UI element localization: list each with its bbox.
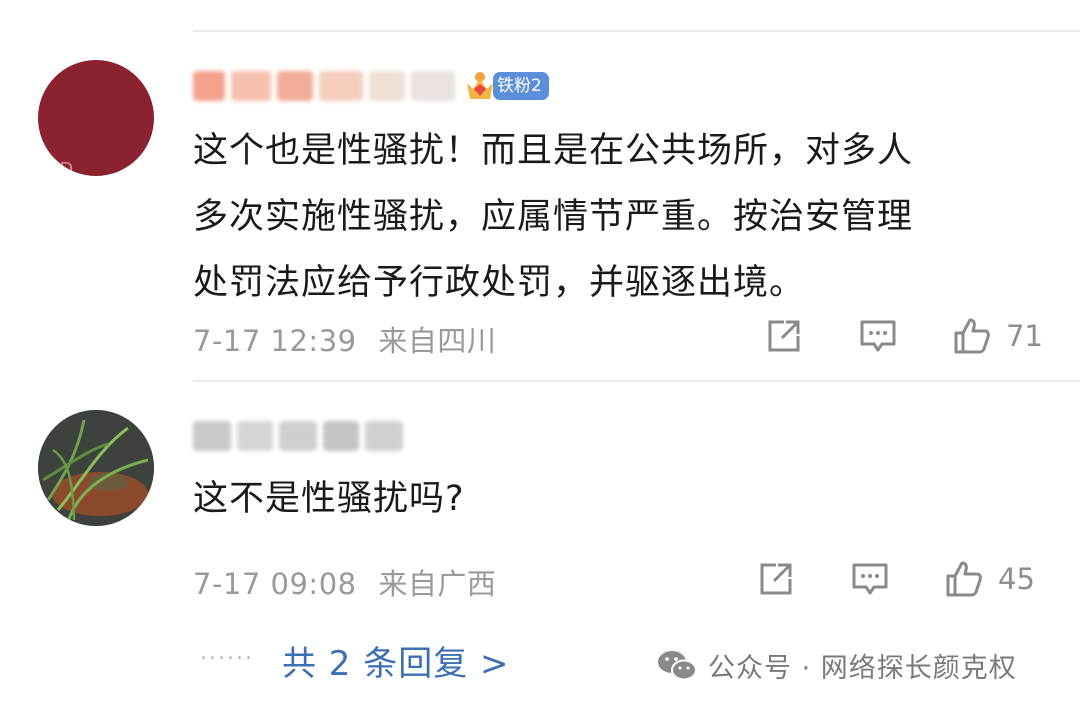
top-divider	[193, 30, 1080, 32]
comment-line: 处罚法应给予行政处罚，并驱逐出境。	[193, 263, 806, 303]
like-icon[interactable]	[944, 559, 984, 599]
comment-meta: 7-17 12:39 来自四川	[193, 318, 496, 360]
fan-badge[interactable]: 铁粉2	[463, 69, 549, 103]
comment-line: 这不是性骚扰吗?	[193, 479, 465, 519]
comment-divider	[193, 380, 1080, 382]
avatar[interactable]: ED	[38, 60, 154, 176]
fan-badge-label: 铁粉2	[493, 72, 549, 100]
username-blurred[interactable]	[193, 71, 455, 101]
share-icon[interactable]	[756, 559, 796, 599]
comment-text: 这不是性骚扰吗?	[193, 466, 465, 532]
avatar-mark: ED	[46, 159, 76, 176]
comment-text: 这个也是性骚扰！而且是在公共场所，对多人 多次实施性骚扰，应属情节严重。按治安管…	[193, 118, 913, 316]
like-count: 71	[1006, 319, 1043, 353]
comment-meta: 7-17 09:08 来自广西	[193, 561, 496, 603]
watermark: 公众号 · 网络探长颜克权	[656, 646, 1017, 685]
avatar-photo	[38, 410, 154, 526]
comment-actions: 45	[756, 559, 1035, 599]
comment-icon[interactable]	[858, 316, 898, 356]
avatar[interactable]	[38, 410, 154, 526]
comment-actions: 71	[764, 316, 1043, 356]
wechat-icon	[658, 650, 697, 680]
watermark-text: 公众号 · 网络探长颜克权	[708, 653, 1017, 684]
comment-icon[interactable]	[850, 559, 890, 599]
comment-line: 这个也是性骚扰！而且是在公共场所，对多人	[193, 131, 914, 171]
like-count: 45	[998, 562, 1035, 596]
timestamp: 7-17 12:39	[193, 324, 357, 358]
location: 来自广西	[378, 567, 497, 601]
crown-icon	[467, 72, 493, 99]
username-row: 铁粉2	[193, 66, 549, 106]
view-replies-link[interactable]: 共 2 条回复 >	[282, 636, 510, 685]
share-icon[interactable]	[764, 316, 804, 356]
location: 来自四川	[378, 324, 497, 358]
username-row	[193, 416, 403, 456]
username-blurred[interactable]	[193, 421, 403, 451]
timestamp: 7-17 09:08	[193, 567, 357, 601]
like-icon[interactable]	[952, 316, 992, 356]
reply-ellipsis: ......	[200, 640, 254, 665]
comment-line: 多次实施性骚扰，应属情节严重。按治安管理	[193, 197, 914, 237]
